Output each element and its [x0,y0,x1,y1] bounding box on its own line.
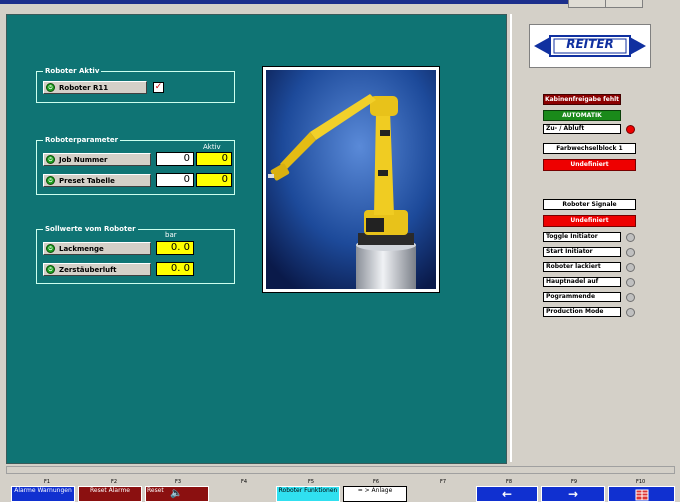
undefiniert-1-button[interactable]: Undefiniert [543,159,636,171]
signal-led [626,263,635,272]
fkey-number-f8: F8 [506,479,513,485]
fkey-number-f3: F3 [175,479,182,485]
title-bar [0,0,568,4]
top-tab-1[interactable] [568,0,606,8]
preset-table-button[interactable]: ⏻ Preset Tabelle [43,174,151,187]
fkey-number-f5: F5 [308,479,315,485]
robot-active-checkbox[interactable]: ✓ [153,82,164,93]
fkey-number-f9: F9 [571,479,578,485]
fkey-number-f1: F1 [44,479,51,485]
zu-abluft-label: Zu- / Abluft [543,124,621,134]
setpoints-title: Sollwerte vom Roboter [43,224,138,234]
anlage-button[interactable]: = > Anlage [343,486,407,502]
fkey-number-f4: F4 [241,479,248,485]
fkey-number-f2: F2 [111,479,118,485]
job-number-label: Job Nummer [59,155,108,164]
preset-table-active: 0 [196,173,232,187]
logo-text: REITER [566,37,614,51]
robot-photo [262,66,440,293]
aktiv-header: Aktiv [203,143,221,151]
job-number-button[interactable]: ⏻ Job Nummer [43,153,151,166]
power-indicator-icon: ⏻ [46,176,55,185]
signal-row: Production Mode [543,307,621,317]
alarme-warnungen-button[interactable]: Alarme Warnungen [11,486,75,502]
zerstaeuberluft-button[interactable]: ⏻ Zerstäuberluft [43,263,151,276]
arrow-left-icon[interactable]: ← [476,486,538,502]
preset-table-label: Preset Tabelle [59,176,115,185]
power-indicator-icon: ⏻ [46,244,55,253]
roboter-funktionen-button[interactable]: Roboter Funktionen [276,486,340,502]
power-indicator-icon: ⏻ [46,83,55,92]
robot-active-title: Roboter Aktiv [43,66,102,76]
window-top-bar [0,0,680,8]
arrow-right-icon[interactable]: → [541,486,605,502]
signal-row: Hauptnadel auf [543,277,621,287]
robot-params-title: Roboterparameter [43,135,121,145]
signal-row: Roboter lackiert [543,262,621,272]
preset-table-input[interactable]: 0 [156,173,194,187]
power-indicator-icon: ⏻ [46,265,55,274]
job-number-input[interactable]: 0 [156,152,194,166]
robot-r11-label: Roboter R11 [59,83,109,92]
signal-row: Toggle Initiator [543,232,621,242]
signal-led [626,278,635,287]
speaker-icon: 🔈 [170,488,183,499]
job-number-active: 0 [196,152,232,166]
farbwechselblock-label: Farbwechselblock 1 [543,143,636,154]
fkey-number-f10: F10 [636,479,646,485]
undefiniert-2-button[interactable]: Undefiniert [543,215,636,227]
reset-button[interactable]: Reset 🔈 [145,486,209,502]
panel-grid-graphic [635,489,648,501]
robot-illustration [266,70,436,289]
lackmenge-value: 0. 0 [156,241,194,255]
status-strip [6,466,675,474]
signal-row: Start Initiator [543,247,621,257]
zerstaeuberluft-value: 0. 0 [156,262,194,276]
reset-alarme-button[interactable]: Reset Alarme [78,486,142,502]
reset-label: Reset [147,487,164,494]
signal-led [626,293,635,302]
top-tab-2[interactable] [605,0,643,8]
power-indicator-icon: ⏻ [46,155,55,164]
signal-led [626,233,635,242]
panel-grid-icon[interactable] [608,486,675,502]
zu-abluft-led [626,125,635,134]
fkey-number-f7: F7 [440,479,447,485]
signal-led [626,308,635,317]
fkey-number-f6: F6 [373,479,380,485]
robot-r11-button[interactable]: ⏻ Roboter R11 [43,81,147,94]
kabinenfreigabe-status: Kabinenfreigabe fehlt [543,94,621,105]
reiter-logo: REITER [529,24,651,68]
lackmenge-label: Lackmenge [59,244,104,253]
automatik-button[interactable]: AUTOMATIK [543,110,621,121]
signal-row: Pogrammende [543,292,621,302]
bar-unit-header: bar [165,231,177,239]
zerstaeuberluft-label: Zerstäuberluft [59,265,117,274]
signal-led [626,248,635,257]
roboter-signale-label: Roboter Signale [543,199,636,210]
lackmenge-button[interactable]: ⏻ Lackmenge [43,242,151,255]
